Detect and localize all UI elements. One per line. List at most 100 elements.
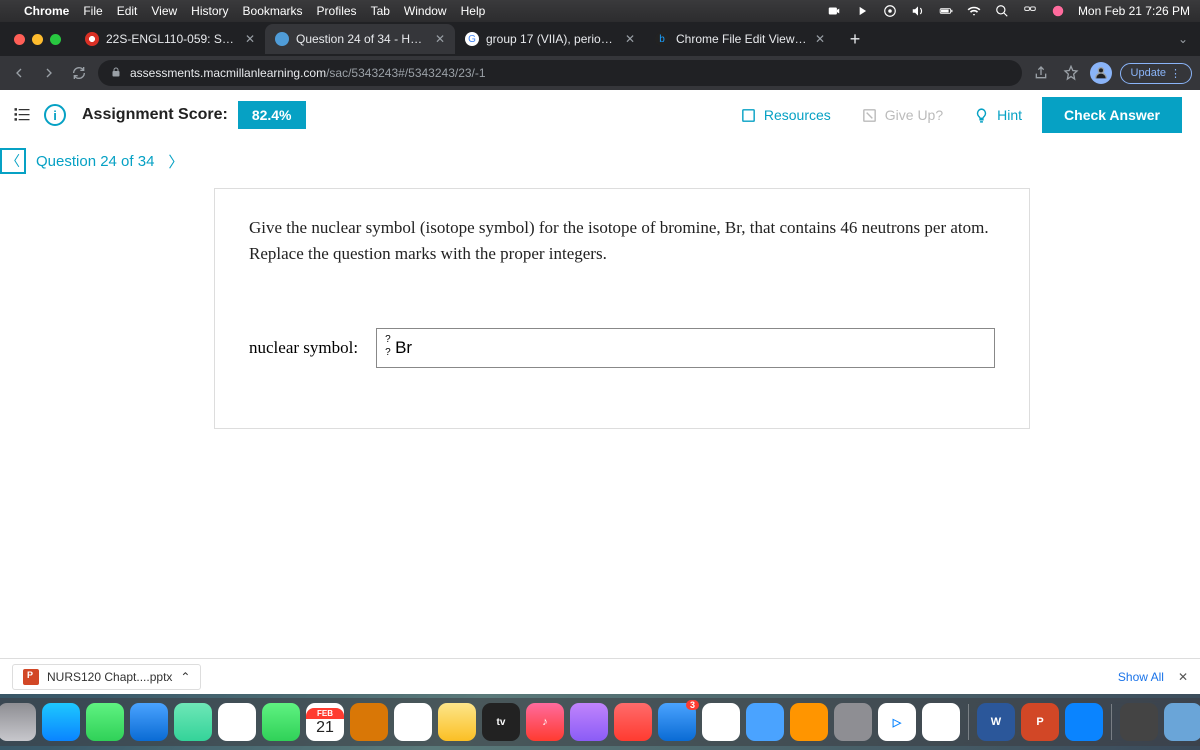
app-name[interactable]: Chrome bbox=[24, 4, 69, 18]
menu-bookmarks[interactable]: Bookmarks bbox=[243, 4, 303, 18]
next-question-button[interactable]: 〉 bbox=[168, 151, 183, 172]
siri-icon[interactable] bbox=[1050, 3, 1066, 19]
tab-4[interactable]: b Chrome File Edit View History ✕ bbox=[645, 24, 835, 54]
dock-app-tv[interactable]: tv bbox=[482, 703, 520, 741]
control-center-icon[interactable] bbox=[1022, 3, 1038, 19]
dock-app-news[interactable] bbox=[614, 703, 652, 741]
question-prompt: Give the nuclear symbol (isotope symbol)… bbox=[249, 215, 995, 268]
answer-input[interactable]: ? ? Br bbox=[376, 328, 995, 368]
resources-button[interactable]: Resources bbox=[730, 101, 841, 130]
tab-title: Question 24 of 34 - Homework bbox=[296, 32, 428, 46]
left-rail bbox=[0, 90, 44, 662]
tab-2[interactable]: Question 24 of 34 - Homework ✕ bbox=[265, 24, 455, 54]
question-counter: Question 24 of 34 bbox=[36, 153, 154, 170]
play-icon[interactable] bbox=[854, 3, 870, 19]
dock-app-settings[interactable] bbox=[834, 703, 872, 741]
reload-button[interactable] bbox=[68, 62, 90, 84]
dock-app-launchpad[interactable] bbox=[0, 703, 36, 741]
assignment-topbar: i Assignment Score: 82.4% Resources Give… bbox=[44, 90, 1200, 140]
dock-app-podcasts[interactable] bbox=[570, 703, 608, 741]
dock-app-word[interactable]: W bbox=[977, 703, 1015, 741]
window-controls[interactable] bbox=[14, 34, 61, 45]
share-icon[interactable] bbox=[1030, 62, 1052, 84]
forward-button[interactable] bbox=[38, 62, 60, 84]
close-icon[interactable]: ✕ bbox=[435, 32, 445, 46]
battery-icon[interactable] bbox=[938, 3, 954, 19]
dock-app-folder[interactable] bbox=[1164, 703, 1200, 741]
tab-1[interactable]: 22S-ENGL110-059: Seminar in ✕ bbox=[75, 24, 265, 54]
page-content: i Assignment Score: 82.4% Resources Give… bbox=[0, 90, 1200, 662]
prev-question-button[interactable]: 〈 bbox=[0, 148, 26, 174]
score-value: 82.4% bbox=[238, 101, 306, 129]
dock-app-zoom[interactable] bbox=[1065, 703, 1103, 741]
wifi-icon[interactable] bbox=[966, 3, 982, 19]
dock-app-pages[interactable] bbox=[790, 703, 828, 741]
check-answer-button[interactable]: Check Answer bbox=[1042, 97, 1182, 133]
close-icon[interactable]: ✕ bbox=[245, 32, 255, 46]
dock-app-playback[interactable]: ▷ bbox=[878, 703, 916, 741]
close-downloads-bar[interactable]: ✕ bbox=[1178, 670, 1188, 684]
hamburger-icon[interactable] bbox=[12, 104, 32, 129]
search-icon[interactable] bbox=[994, 3, 1010, 19]
update-button[interactable]: Update⋮ bbox=[1120, 63, 1192, 84]
browser-toolbar: assessments.macmillanlearning.com/sac/53… bbox=[0, 56, 1200, 90]
browser-window: 22S-ENGL110-059: Seminar in ✕ Question 2… bbox=[0, 22, 1200, 662]
dock-app-notes[interactable] bbox=[438, 703, 476, 741]
favicon-icon: G bbox=[465, 32, 479, 46]
dock-app-powerpoint[interactable]: P bbox=[1021, 703, 1059, 741]
tab-title: group 17 (VIIA), period 5 : - Go bbox=[486, 32, 618, 46]
dock-app-appstore[interactable]: 3 bbox=[658, 703, 696, 741]
close-icon[interactable]: ✕ bbox=[815, 32, 825, 46]
score-label: Assignment Score: bbox=[82, 106, 228, 124]
new-tab-button[interactable]: + bbox=[843, 29, 867, 50]
tab-overflow-icon[interactable]: ⌄ bbox=[1178, 32, 1188, 46]
dock-app-facetime[interactable] bbox=[262, 703, 300, 741]
dock-app-photos[interactable] bbox=[218, 703, 256, 741]
lock-icon bbox=[110, 66, 122, 81]
hint-button[interactable]: Hint bbox=[963, 101, 1032, 130]
address-bar[interactable]: assessments.macmillanlearning.com/sac/53… bbox=[98, 60, 1022, 86]
tab-title: 22S-ENGL110-059: Seminar in bbox=[106, 32, 238, 46]
dock-app-messages[interactable] bbox=[86, 703, 124, 741]
record-icon[interactable] bbox=[882, 3, 898, 19]
clock[interactable]: Mon Feb 21 7:26 PM bbox=[1078, 4, 1190, 18]
camera-icon[interactable] bbox=[826, 3, 842, 19]
dock-app-safari[interactable] bbox=[42, 703, 80, 741]
chevron-up-icon[interactable]: ⌃ bbox=[180, 670, 190, 684]
profile-avatar[interactable] bbox=[1090, 62, 1112, 84]
tab-3[interactable]: G group 17 (VIIA), period 5 : - Go ✕ bbox=[455, 24, 645, 54]
show-all-downloads[interactable]: Show All bbox=[1118, 670, 1164, 684]
dock-app-downloads[interactable] bbox=[1120, 703, 1158, 741]
tab-strip: 22S-ENGL110-059: Seminar in ✕ Question 2… bbox=[0, 22, 1200, 56]
powerpoint-icon bbox=[23, 669, 39, 685]
isotope-display: ? ? Br bbox=[385, 339, 412, 356]
download-item[interactable]: NURS120 Chapt....pptx ⌃ bbox=[12, 664, 201, 690]
dock-app-calendar[interactable]: FEB21 bbox=[306, 703, 344, 741]
giveup-button: Give Up? bbox=[851, 101, 953, 130]
dock-app-reminders[interactable] bbox=[394, 703, 432, 741]
question-body: Give the nuclear symbol (isotope symbol)… bbox=[214, 188, 1030, 429]
download-filename: NURS120 Chapt....pptx bbox=[47, 670, 172, 684]
dock-app-chrome[interactable] bbox=[922, 703, 960, 741]
menu-profiles[interactable]: Profiles bbox=[317, 4, 357, 18]
back-button[interactable] bbox=[8, 62, 30, 84]
dock-app-keynote[interactable] bbox=[746, 703, 784, 741]
close-icon[interactable]: ✕ bbox=[625, 32, 635, 46]
dock-app-numbers[interactable] bbox=[702, 703, 740, 741]
dock-app-maps[interactable] bbox=[174, 703, 212, 741]
dock-app-music[interactable]: ♪ bbox=[526, 703, 564, 741]
menu-window[interactable]: Window bbox=[404, 4, 447, 18]
menu-edit[interactable]: Edit bbox=[117, 4, 138, 18]
menu-view[interactable]: View bbox=[151, 4, 177, 18]
answer-label: nuclear symbol: bbox=[249, 338, 358, 358]
menu-history[interactable]: History bbox=[191, 4, 228, 18]
volume-icon[interactable] bbox=[910, 3, 926, 19]
star-icon[interactable] bbox=[1060, 62, 1082, 84]
info-icon[interactable]: i bbox=[44, 104, 66, 126]
menu-help[interactable]: Help bbox=[461, 4, 486, 18]
favicon-icon bbox=[275, 32, 289, 46]
menu-tab[interactable]: Tab bbox=[371, 4, 390, 18]
dock-app-mail[interactable] bbox=[130, 703, 168, 741]
menu-file[interactable]: File bbox=[83, 4, 102, 18]
dock-app-contacts[interactable] bbox=[350, 703, 388, 741]
